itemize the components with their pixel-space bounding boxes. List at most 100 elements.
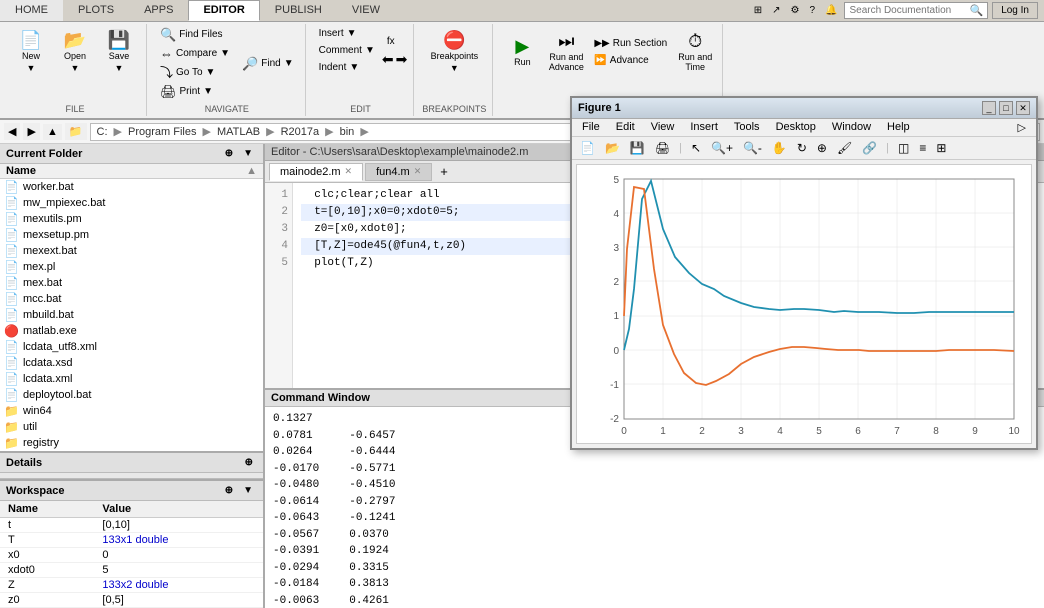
- fx-button[interactable]: fx: [382, 34, 407, 49]
- workspace-row[interactable]: t[0,10]: [0, 518, 263, 533]
- fig-open-icon[interactable]: 📂: [601, 139, 624, 157]
- tab-plots[interactable]: PLOTS: [63, 0, 129, 21]
- search-input[interactable]: [849, 5, 969, 16]
- file-item[interactable]: 📄mex.bat: [0, 275, 263, 291]
- figure-maximize-button[interactable]: □: [999, 101, 1013, 115]
- breadcrumb-programfiles[interactable]: Program Files: [128, 126, 196, 138]
- tab-mainode2[interactable]: mainode2.m ✕: [269, 163, 363, 181]
- icon-btn-5[interactable]: 🔔: [822, 4, 840, 17]
- workspace-row[interactable]: xdot05: [0, 563, 263, 578]
- save-button[interactable]: 💾 Save ▼: [98, 26, 140, 78]
- comment-button[interactable]: Comment ▼: [314, 43, 380, 58]
- up-button[interactable]: ▲: [43, 124, 62, 140]
- tab-publish[interactable]: PUBLISH: [260, 0, 337, 21]
- fig-menu-insert[interactable]: Insert: [684, 120, 724, 135]
- folder-col-sort[interactable]: ▲: [246, 165, 257, 177]
- icon-btn-1[interactable]: ⊞: [751, 4, 765, 17]
- folder-options-icon[interactable]: ▼: [239, 146, 257, 161]
- ws-var-value[interactable]: 133x2 double: [94, 578, 263, 593]
- run-advance-button[interactable]: ⏭ Run and Advance: [545, 26, 587, 78]
- tab-fun4[interactable]: fun4.m ✕: [365, 163, 432, 181]
- fig-zoom-in-icon[interactable]: 🔍+: [707, 139, 737, 157]
- back-button[interactable]: ◀: [4, 123, 20, 140]
- fig-pan-icon[interactable]: ✋: [768, 139, 791, 157]
- file-item[interactable]: 📄mw_mpiexec.bat: [0, 195, 263, 211]
- compare-button[interactable]: ⇔ Compare ▼: [155, 45, 235, 62]
- file-item[interactable]: 📁win64: [0, 403, 263, 419]
- fig-grid-icon[interactable]: ⊞: [932, 139, 950, 157]
- search-box[interactable]: 🔍: [844, 2, 988, 19]
- file-item[interactable]: 🔴matlab.exe: [0, 323, 263, 339]
- forward-button[interactable]: ▶: [23, 123, 39, 140]
- fig-menu-edit[interactable]: Edit: [610, 120, 641, 135]
- breadcrumb-matlab[interactable]: MATLAB: [217, 126, 260, 138]
- fig-menu-help[interactable]: Help: [881, 120, 916, 135]
- file-item[interactable]: 📄deploytool.bat: [0, 387, 263, 403]
- print-button[interactable]: 🖨 Print ▼: [155, 83, 235, 100]
- indent-button[interactable]: Indent ▼: [314, 60, 380, 75]
- tab-fun4-close[interactable]: ✕: [414, 166, 422, 177]
- fig-zoom-out-icon[interactable]: 🔍-: [739, 139, 766, 157]
- workspace-row[interactable]: z0[0,5]: [0, 593, 263, 608]
- file-item[interactable]: 📁util: [0, 419, 263, 435]
- icon-btn-2[interactable]: ↗: [769, 4, 783, 17]
- file-item[interactable]: 📄mbuild.bat: [0, 307, 263, 323]
- file-item[interactable]: 📄mex.pl: [0, 259, 263, 275]
- run-time-button[interactable]: ⏱ Run andTime: [674, 26, 716, 78]
- breadcrumb-r2017a[interactable]: R2017a: [281, 126, 320, 138]
- fig-menu-desktop[interactable]: Desktop: [770, 120, 822, 135]
- workspace-options-icon[interactable]: ▼: [239, 483, 257, 498]
- file-item[interactable]: 📁registry: [0, 435, 263, 451]
- find-files-button[interactable]: 🔍 Find Files: [155, 26, 235, 43]
- icon-btn-4[interactable]: ?: [806, 4, 818, 17]
- folder-expand-icon[interactable]: ⊕: [221, 146, 237, 161]
- fig-menu-window[interactable]: Window: [826, 120, 877, 135]
- fig-menu-view[interactable]: View: [645, 120, 681, 135]
- fig-link-icon[interactable]: 🔗: [858, 139, 881, 157]
- workspace-expand-icon[interactable]: ⊕: [221, 483, 237, 498]
- increase-indent-icon[interactable]: ➡: [396, 51, 408, 68]
- browse-button[interactable]: 📁: [65, 123, 87, 140]
- details-expand-icon[interactable]: ⊕: [241, 455, 257, 470]
- workspace-row[interactable]: x00: [0, 548, 263, 563]
- fig-print-icon[interactable]: 🖨: [651, 139, 674, 157]
- login-button[interactable]: Log In: [992, 2, 1038, 19]
- fig-help-arrow[interactable]: ▷: [1012, 120, 1032, 135]
- workspace-row[interactable]: Z133x2 double: [0, 578, 263, 593]
- figure-close-button[interactable]: ✕: [1016, 101, 1030, 115]
- file-item[interactable]: 📄mexext.bat: [0, 243, 263, 259]
- goto-button[interactable]: ⤵ Go To ▼: [155, 64, 235, 81]
- run-button[interactable]: ▶ Run: [501, 26, 543, 78]
- tab-mainode2-close[interactable]: ✕: [345, 166, 353, 177]
- icon-btn-3[interactable]: ⚙: [788, 4, 803, 17]
- fig-save-icon[interactable]: 💾: [626, 139, 649, 157]
- insert-button[interactable]: Insert ▼: [314, 26, 380, 41]
- file-item[interactable]: 📄lcdata.xml: [0, 371, 263, 387]
- fig-legend-icon[interactable]: ≡: [915, 139, 930, 157]
- ws-var-value[interactable]: 133x1 double: [94, 533, 263, 548]
- fig-menu-tools[interactable]: Tools: [728, 120, 766, 135]
- tab-apps[interactable]: APPS: [129, 0, 188, 21]
- tab-editor[interactable]: EDITOR: [188, 0, 259, 21]
- fig-rotate-icon[interactable]: ↻: [793, 139, 811, 157]
- file-item[interactable]: 📄lcdata.xsd: [0, 355, 263, 371]
- file-item[interactable]: 📄mexsetup.pm: [0, 227, 263, 243]
- add-tab-button[interactable]: +: [434, 162, 454, 181]
- open-button[interactable]: 📂 Open ▼: [54, 26, 96, 78]
- breadcrumb-c[interactable]: C:: [97, 126, 108, 138]
- workspace-row[interactable]: T133x1 double: [0, 533, 263, 548]
- figure-minimize-button[interactable]: _: [982, 101, 996, 115]
- breadcrumb-bin[interactable]: bin: [340, 126, 355, 138]
- fig-cursor-icon[interactable]: ↖: [687, 139, 705, 157]
- fig-menu-file[interactable]: File: [576, 120, 606, 135]
- advance-button[interactable]: ⏩ Advance: [589, 53, 672, 68]
- new-button[interactable]: 📄 New ▼: [10, 26, 52, 78]
- file-item[interactable]: 📄worker.bat: [0, 179, 263, 195]
- ws-var-link[interactable]: 133x2 double: [102, 579, 168, 591]
- tab-view[interactable]: VIEW: [337, 0, 395, 21]
- tab-home[interactable]: HOME: [0, 0, 63, 21]
- file-item[interactable]: 📄mexutils.pm: [0, 211, 263, 227]
- file-item[interactable]: 📄lcdata_utf8.xml: [0, 339, 263, 355]
- file-item[interactable]: 📄mcc.bat: [0, 291, 263, 307]
- run-section-button[interactable]: ▶▶ Run Section: [589, 36, 672, 51]
